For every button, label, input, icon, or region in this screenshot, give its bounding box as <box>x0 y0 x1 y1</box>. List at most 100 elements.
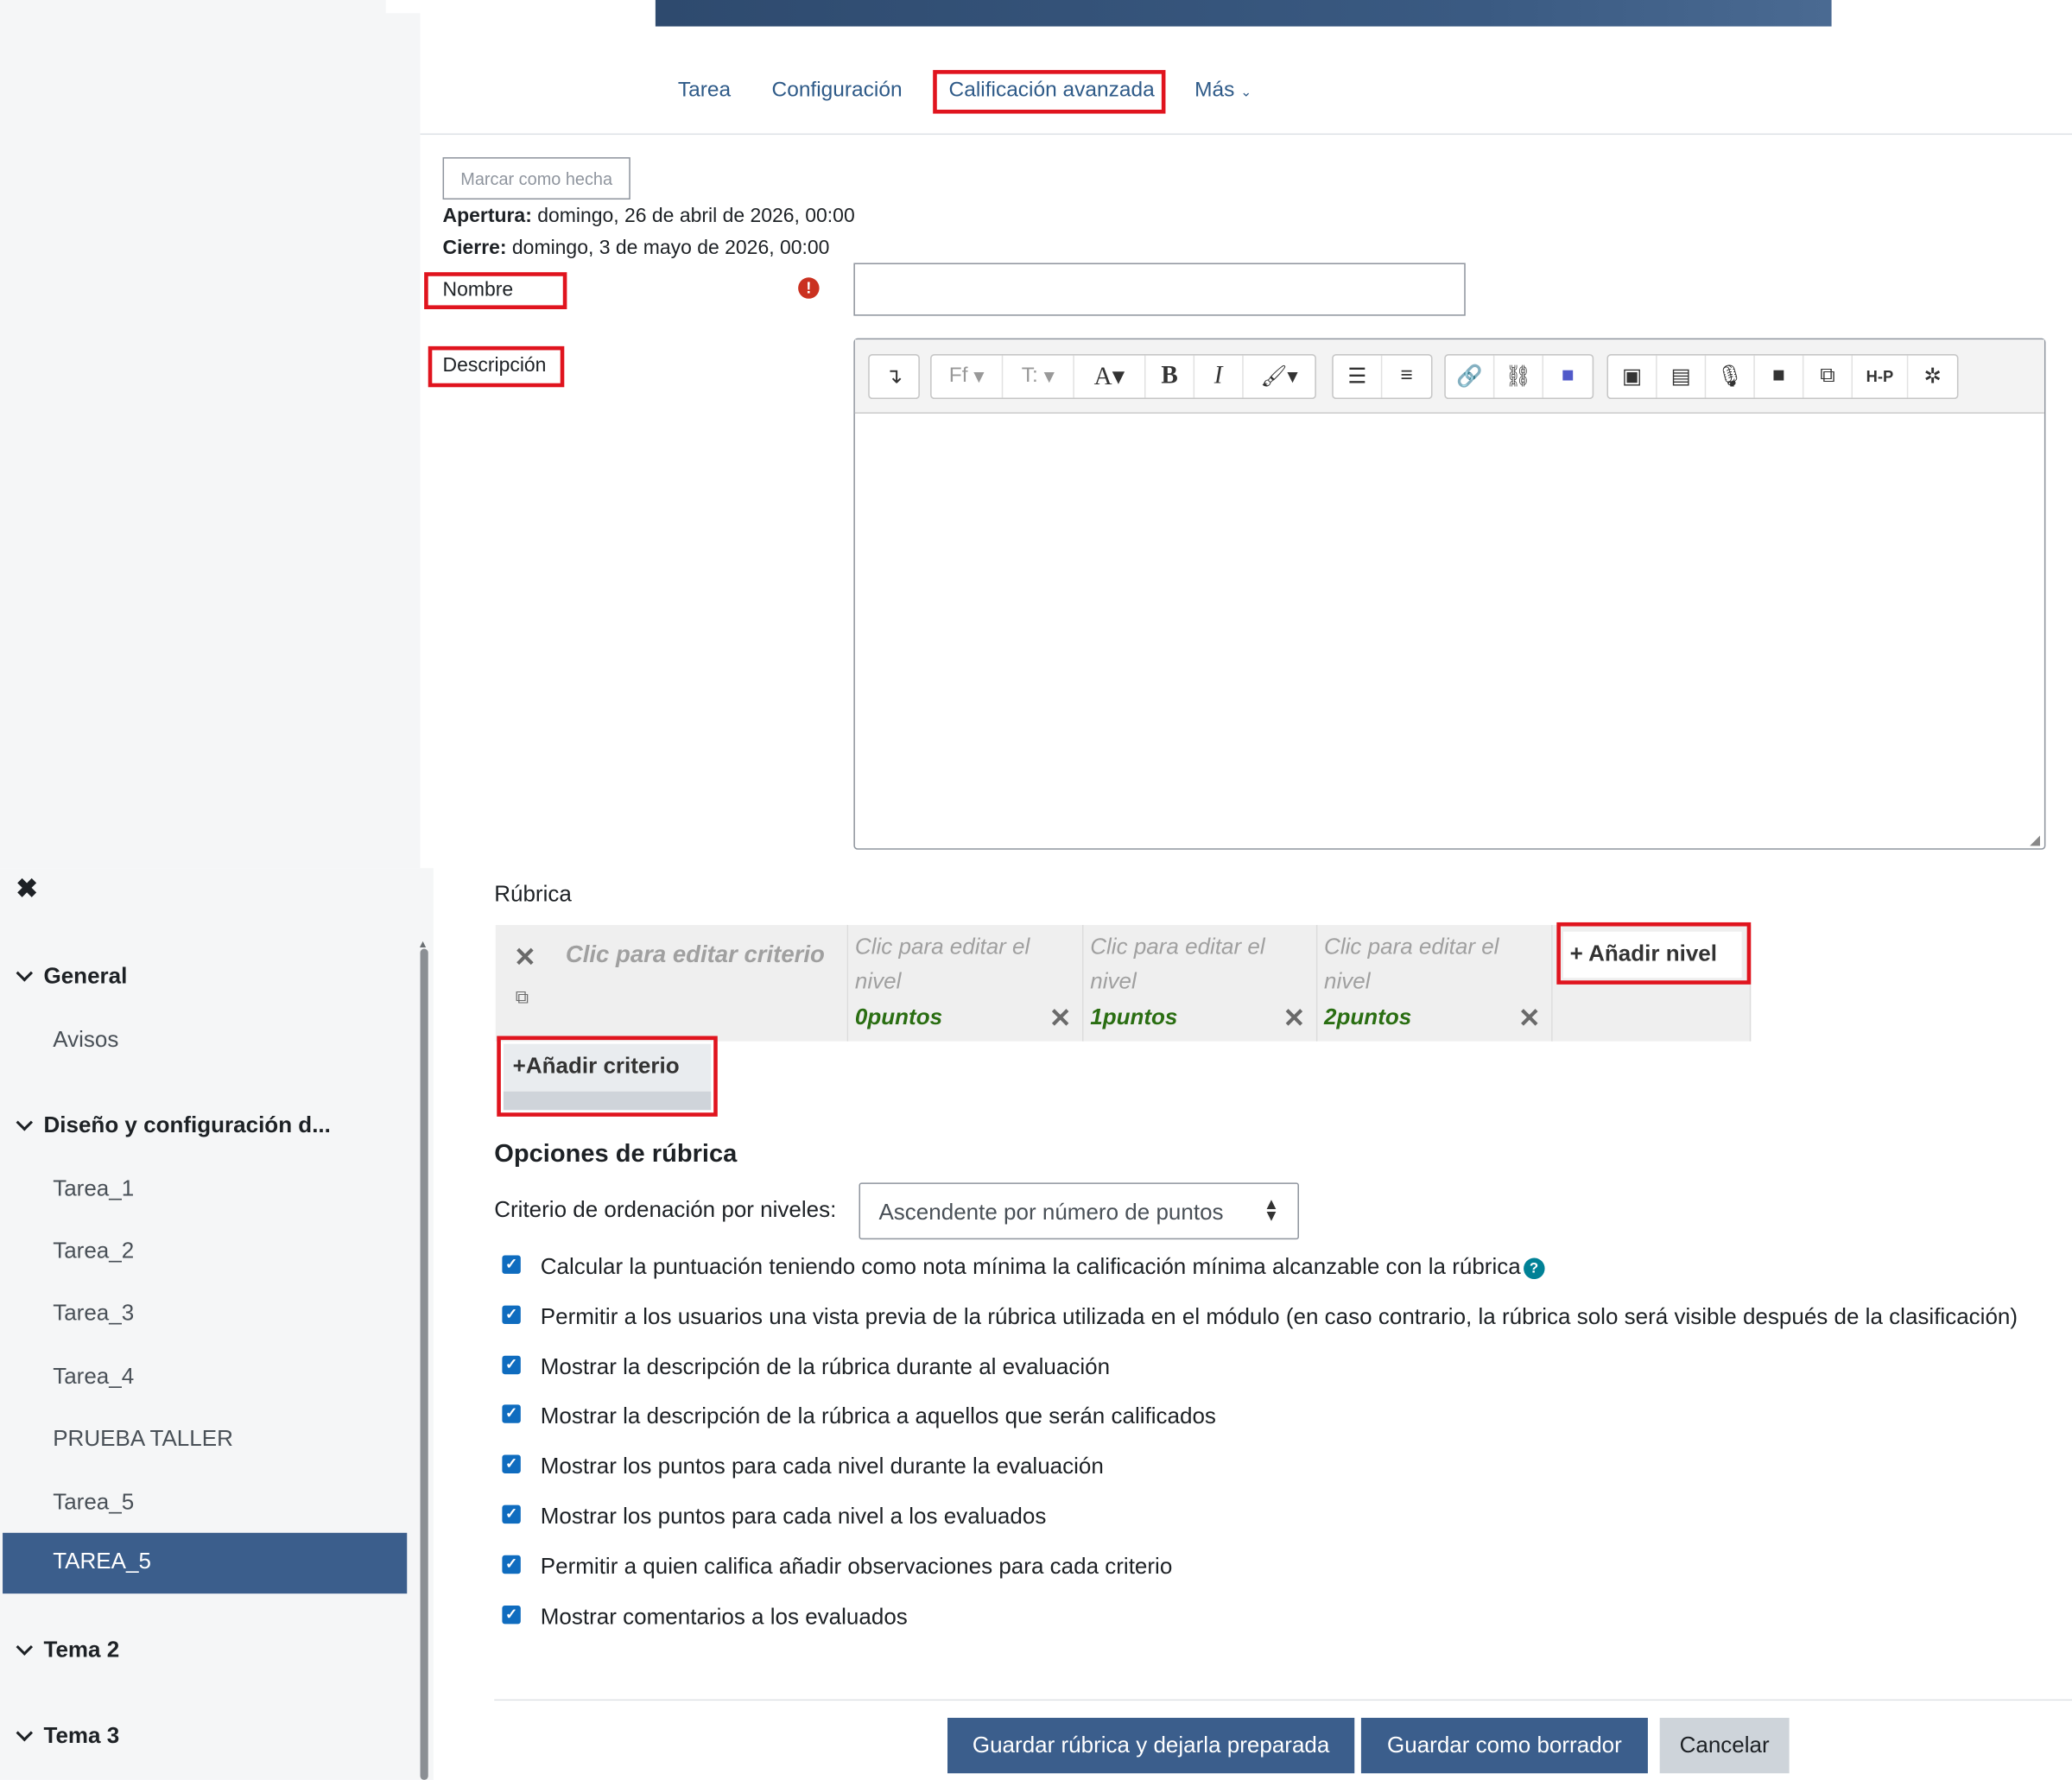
checkbox-icon[interactable]: ✓ <box>502 1454 521 1473</box>
sort-select-value: Ascendente por número de puntos <box>878 1200 1224 1226</box>
section-tema-3[interactable]: Tema 3 <box>16 1723 120 1750</box>
toolbar-group: ↴ <box>868 354 920 400</box>
option-label: Calcular la puntuación teniendo como not… <box>540 1253 1545 1281</box>
criterion-cell[interactable]: ✕ ⧉ Clic para editar criterio <box>495 925 849 1042</box>
sort-select[interactable]: Ascendente por número de puntos ▲ ▼ <box>859 1182 1299 1240</box>
brush-icon[interactable]: 🖌▾ <box>1244 356 1315 398</box>
level-points[interactable]: 0puntos <box>855 1004 942 1031</box>
checkbox-icon[interactable]: ✓ <box>502 1404 521 1423</box>
font-size-icon[interactable]: T: ▾ <box>1003 355 1074 398</box>
options-heading: Opciones de rúbrica <box>494 1140 738 1169</box>
collapse-icon[interactable]: ↴ <box>870 356 919 398</box>
level-cell[interactable]: Clic para editar el nivel 2puntos ✕ <box>1317 925 1553 1042</box>
h5p-icon[interactable]: H-P <box>1853 355 1909 398</box>
chevron-down-icon <box>16 965 34 982</box>
closing-label: Cierre: <box>442 236 507 259</box>
highlight-box <box>428 345 565 388</box>
copy-icon[interactable]: ⧉ <box>1803 355 1853 398</box>
numbered-list-icon[interactable]: ≡ <box>1382 356 1431 398</box>
checkbox-icon[interactable]: ✓ <box>502 1305 521 1325</box>
select-arrows-icon: ▲ ▼ <box>1263 1194 1280 1226</box>
option-label: Mostrar la descripción de la rúbrica dur… <box>540 1354 1111 1380</box>
resize-handle-icon[interactable]: ◢ <box>2030 833 2040 848</box>
course-item-label: TAREA_5 <box>53 1549 151 1574</box>
section-title: General <box>43 963 128 989</box>
link-icon[interactable]: 🔗 <box>1446 355 1495 398</box>
checkbox-icon[interactable]: ✓ <box>502 1504 521 1524</box>
gear-icon[interactable]: ✲ <box>1908 356 1957 398</box>
section-title: Tema 2 <box>43 1637 120 1663</box>
drawer-scrollbar[interactable] <box>420 948 428 1780</box>
video-icon[interactable]: ■ <box>1755 355 1804 398</box>
option-label: Mostrar la descripción de la rúbrica a a… <box>540 1403 1216 1428</box>
italic-icon[interactable]: I <box>1194 355 1244 398</box>
mark-done-button[interactable]: Marcar como hecha <box>442 157 630 200</box>
rubric-title: Rúbrica <box>494 881 572 907</box>
exclamation-circle-icon: ! <box>798 277 820 299</box>
bold-icon[interactable]: B <box>1146 355 1195 398</box>
font-family-glyph: Ff <box>948 364 968 388</box>
criterion-description[interactable]: Clic para editar criterio <box>566 937 825 972</box>
teams-icon[interactable]: ■ <box>1543 356 1593 398</box>
course-item[interactable]: Tarea_4 <box>53 1364 134 1390</box>
course-item[interactable]: PRUEBA TALLER <box>53 1426 233 1453</box>
close-drawer-icon[interactable]: ✖ <box>16 872 38 905</box>
level-description[interactable]: Clic para editar el nivel <box>1324 930 1536 999</box>
sort-label: Criterio de ordenación por niveles: <box>494 1197 837 1223</box>
delete-level-icon[interactable]: ✕ <box>1283 1002 1306 1035</box>
section-title: Tema 3 <box>43 1723 120 1749</box>
chevron-down-icon <box>16 1638 34 1656</box>
level-points[interactable]: 2puntos <box>1324 1004 1411 1031</box>
level-cell[interactable]: Clic para editar el nivel 0puntos ✕ <box>848 925 1084 1042</box>
tab-tarea[interactable]: Tarea <box>678 79 731 104</box>
save-ready-button[interactable]: Guardar rúbrica y dejarla preparada <box>947 1718 1355 1774</box>
delete-level-icon[interactable]: ✕ <box>1518 1002 1541 1035</box>
checkbox-icon[interactable]: ✓ <box>502 1355 521 1375</box>
option-label: Mostrar los puntos para cada nivel a los… <box>540 1504 1047 1530</box>
footer-divider <box>494 1699 2072 1701</box>
save-draft-button[interactable]: Guardar como borrador <box>1360 1718 1648 1774</box>
course-item[interactable]: Tarea_5 <box>53 1489 134 1516</box>
name-input[interactable] <box>853 263 1466 316</box>
delete-level-icon[interactable]: ✕ <box>1049 1002 1072 1035</box>
checkbox-icon[interactable]: ✓ <box>502 1605 521 1625</box>
font-family-icon[interactable]: Ff ▾ <box>932 355 1004 398</box>
tab-configuracion[interactable]: Configuración <box>772 79 903 104</box>
chevron-down-icon <box>16 1724 34 1742</box>
scroll-up-arrow-icon[interactable]: ▲ <box>417 938 428 950</box>
tab-mas[interactable]: Más ⌄ <box>1194 79 1251 104</box>
level-description[interactable]: Clic para editar el nivel <box>855 930 1067 999</box>
level-description[interactable]: Clic para editar el nivel <box>1090 930 1302 999</box>
course-item[interactable]: Tarea_3 <box>53 1301 134 1327</box>
closing-value: domingo, 3 de mayo de 2026, 00:00 <box>511 236 830 259</box>
section-diseno[interactable]: Diseño y configuración d... <box>16 1112 331 1139</box>
section-general[interactable]: General <box>16 963 128 990</box>
image-icon[interactable]: ▣ <box>1608 355 1657 398</box>
course-item-active[interactable]: TAREA_5 <box>3 1532 408 1594</box>
font-color-icon[interactable]: A▾ <box>1074 355 1146 398</box>
checkbox-icon[interactable]: ✓ <box>502 1555 521 1574</box>
highlight-box <box>933 70 1166 114</box>
cancel-button[interactable]: Cancelar <box>1659 1718 1790 1774</box>
level-cell[interactable]: Clic para editar el nivel 1puntos ✕ <box>1083 925 1318 1042</box>
checkbox-icon[interactable]: ✓ <box>502 1255 521 1274</box>
option-text: Calcular la puntuación teniendo como not… <box>540 1253 1521 1280</box>
level-points[interactable]: 1puntos <box>1090 1004 1177 1031</box>
course-item[interactable]: Tarea_1 <box>53 1176 134 1203</box>
description-editor[interactable] <box>853 338 2046 850</box>
section-title: Diseño y configuración d... <box>43 1112 331 1138</box>
toolbar-group: Ff ▾ T: ▾ A▾ B I 🖌▾ <box>930 354 1316 400</box>
font-size-glyph: T: <box>1021 364 1038 388</box>
unlink-icon[interactable]: ⛓ <box>1494 355 1544 398</box>
microphone-icon[interactable]: 🎙 <box>1706 355 1755 398</box>
section-tema-2[interactable]: Tema 2 <box>16 1637 120 1664</box>
highlight-box <box>497 1036 718 1117</box>
delete-criterion-icon[interactable]: ✕ <box>514 941 536 973</box>
course-item-avisos[interactable]: Avisos <box>53 1027 118 1054</box>
media-icon[interactable]: ▤ <box>1657 355 1707 398</box>
opening-date: Apertura: domingo, 26 de abril de 2026, … <box>443 205 855 227</box>
course-item[interactable]: Tarea_2 <box>53 1238 134 1265</box>
help-icon[interactable]: ? <box>1523 1257 1545 1279</box>
duplicate-criterion-icon[interactable]: ⧉ <box>516 985 529 1008</box>
bullet-list-icon[interactable]: ☰ <box>1334 355 1383 398</box>
